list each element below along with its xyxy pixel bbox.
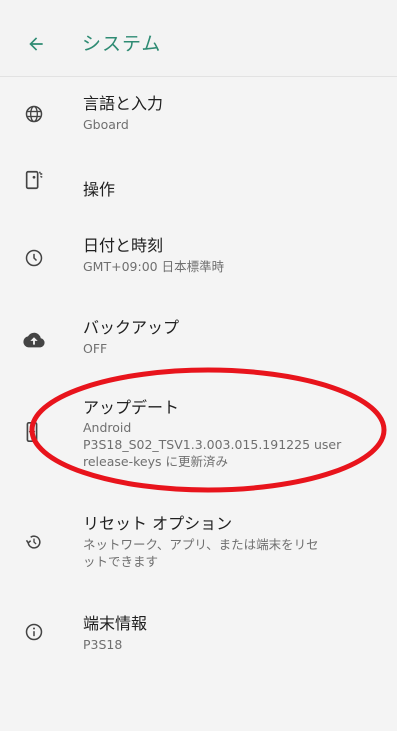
system-update-icon (18, 418, 46, 446)
subtitle-line: release-keys に更新済み (83, 454, 228, 469)
settings-item-device-info[interactable]: 端末情報 P3S18 (0, 608, 397, 664)
settings-item-title: アップデート (83, 398, 180, 417)
settings-item-backup[interactable]: バックアップ OFF (0, 312, 397, 372)
settings-item-subtitle: GMT+09:00 日本標準時 (83, 259, 225, 274)
subtitle-line: ットできます (83, 554, 159, 569)
settings-item-gestures[interactable]: 操作 (0, 160, 397, 210)
settings-item-subtitle: Android P3S18_S02_TSV1.3.003.015.191225 … (83, 419, 383, 470)
globe-icon (20, 100, 48, 128)
cloud-upload-icon (20, 326, 48, 354)
settings-item-date-time[interactable]: 日付と時刻 GMT+09:00 日本標準時 (0, 228, 397, 290)
clock-icon (20, 244, 48, 272)
settings-item-subtitle: Gboard (83, 117, 129, 132)
settings-screen: システム 言語と入力 Gboard 操作 日付と時刻 GMT+09:00 日本標… (0, 0, 397, 731)
restore-icon (20, 528, 48, 556)
settings-item-title: リセット オプション (83, 514, 233, 533)
app-bar: システム (0, 0, 397, 77)
settings-item-language-input[interactable]: 言語と入力 Gboard (0, 88, 397, 154)
page-title: システム (82, 33, 162, 55)
subtitle-line: ネットワーク、アプリ、または端末をリセ (83, 537, 319, 552)
info-icon (20, 618, 48, 646)
settings-item-subtitle: OFF (83, 341, 108, 356)
settings-item-title: 言語と入力 (83, 94, 164, 113)
settings-item-title: 端末情報 (83, 614, 148, 633)
settings-item-subtitle: P3S18 (83, 637, 123, 652)
settings-item-title: バックアップ (83, 318, 180, 337)
settings-item-update[interactable]: アップデート Android P3S18_S02_TSV1.3.003.015.… (0, 392, 397, 478)
subtitle-line: P3S18_S02_TSV1.3.003.015.191225 user (83, 437, 342, 452)
arrow-back-icon (29, 37, 43, 51)
settings-item-title: 日付と時刻 (83, 236, 164, 255)
settings-item-title: 操作 (83, 180, 116, 199)
settings-item-subtitle: ネットワーク、アプリ、または端末をリセ ットできます (83, 536, 383, 570)
settings-item-reset-options[interactable]: リセット オプション ネットワーク、アプリ、または端末をリセ ットできます (0, 508, 397, 578)
back-button[interactable] (14, 22, 58, 66)
gesture-phone-icon (20, 166, 48, 194)
subtitle-line: Android (83, 420, 132, 435)
